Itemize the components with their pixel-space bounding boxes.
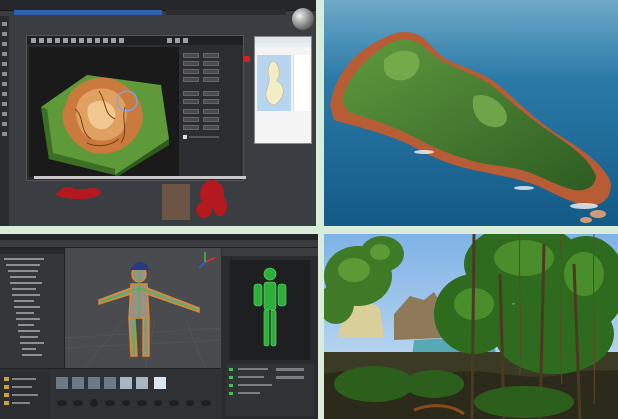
property-field[interactable]	[203, 69, 219, 74]
property-field[interactable]	[183, 125, 199, 130]
character-t-pose	[98, 265, 200, 357]
avatar-panel	[222, 248, 318, 419]
hierarchy-header	[0, 248, 64, 254]
rig-toolbar	[0, 240, 318, 248]
property-field[interactable]	[203, 125, 219, 130]
rig-viewport[interactable]	[64, 248, 222, 369]
asset-thumbnails[interactable]	[54, 375, 218, 419]
hierarchy-panel	[0, 248, 65, 368]
editor-title-bar	[14, 10, 162, 15]
left-tool-strip	[0, 16, 9, 226]
map-image[interactable]	[257, 55, 291, 111]
avatar-panel-header	[222, 248, 318, 256]
property-field[interactable]	[183, 109, 199, 114]
property-field[interactable]	[183, 77, 199, 82]
property-field[interactable]	[203, 53, 219, 58]
property-checkbox[interactable]	[183, 135, 187, 139]
scan-preview-pane	[162, 184, 190, 220]
property-field[interactable]	[203, 117, 219, 122]
dialog-toolbar	[27, 36, 243, 45]
red-scan-points	[56, 180, 227, 218]
property-field[interactable]	[183, 91, 199, 96]
character-rig-editor-screenshot	[0, 234, 318, 419]
map-window	[254, 36, 312, 144]
property-field[interactable]	[203, 109, 219, 114]
property-field[interactable]	[203, 77, 219, 82]
project-folders	[0, 373, 50, 419]
property-field[interactable]	[183, 117, 199, 122]
property-field[interactable]	[203, 91, 219, 96]
project-panel	[0, 368, 220, 419]
avatar-view	[230, 260, 310, 360]
island-aerial-render	[324, 0, 618, 226]
axis-gizmo-icon	[198, 252, 216, 269]
property-field[interactable]	[203, 99, 219, 104]
property-field[interactable]	[203, 61, 219, 66]
property-field[interactable]	[183, 99, 199, 104]
material-sphere-icon	[292, 8, 314, 30]
map-window-menubar	[255, 43, 311, 47]
terrain-properties-panel	[181, 47, 241, 177]
map-side-list	[293, 55, 310, 111]
property-field[interactable]	[183, 69, 199, 74]
red-indicator-icon	[244, 56, 250, 62]
property-field[interactable]	[183, 53, 199, 58]
avatar-mapping-list	[226, 364, 314, 416]
character-hat	[129, 262, 151, 270]
terrain-dialog	[26, 35, 244, 181]
terrain-editor-screenshot	[0, 0, 316, 226]
property-field[interactable]	[183, 61, 199, 66]
jungle-scene-render	[324, 234, 618, 419]
avatar-skeleton-icon	[253, 267, 287, 347]
editor-tabs	[166, 10, 286, 15]
property-separator	[189, 136, 219, 138]
terrain-viewport[interactable]	[29, 47, 179, 177]
